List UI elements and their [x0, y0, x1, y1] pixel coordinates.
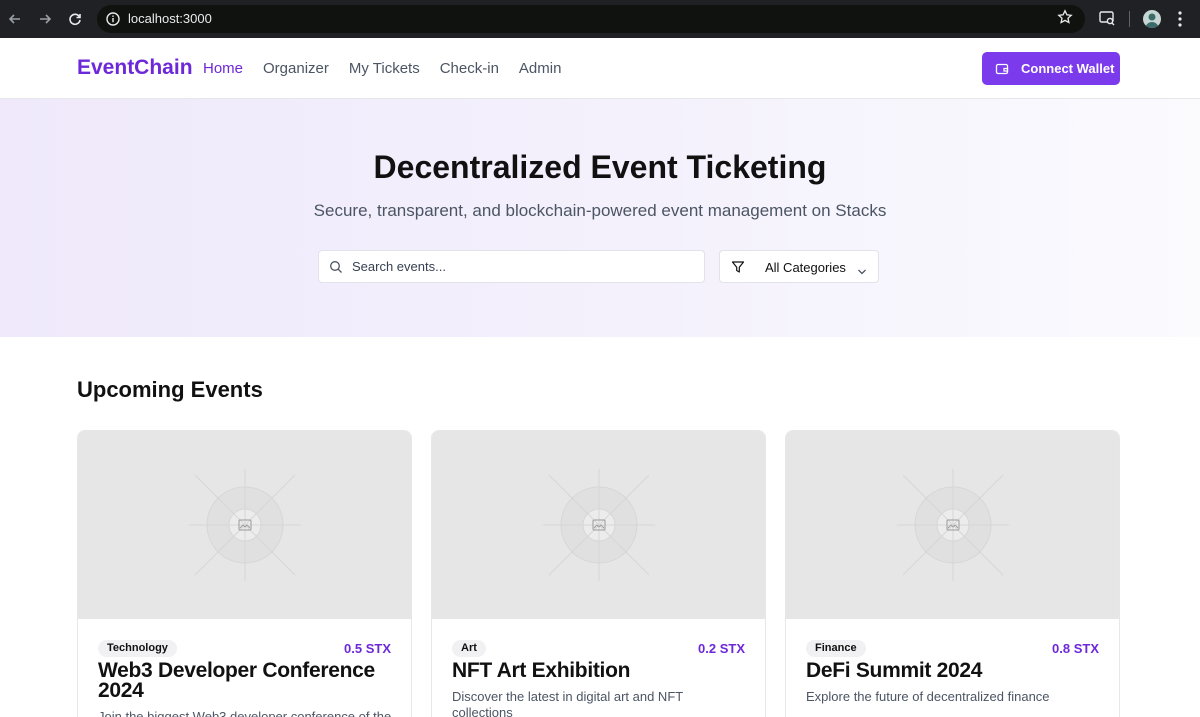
- filter-icon: [731, 260, 745, 274]
- category-badge: Technology: [98, 640, 177, 657]
- brand-logo[interactable]: EventChain: [77, 56, 193, 80]
- category-badge: Art: [452, 640, 486, 657]
- main-nav: Home Organizer My Tickets Check-in Admin: [203, 60, 581, 77]
- section-title: Upcoming Events: [77, 377, 263, 402]
- connect-wallet-label: Connect Wallet: [1021, 61, 1115, 76]
- event-description: Join the biggest Web3 developer conferen…: [98, 709, 392, 717]
- category-badge: Finance: [806, 640, 866, 657]
- hero-subtitle: Secure, transparent, and blockchain-powe…: [313, 201, 887, 220]
- category-select-value: All Categories: [765, 260, 846, 275]
- event-image-placeholder: [432, 431, 765, 619]
- nav-home[interactable]: Home: [203, 60, 243, 77]
- browser-toolbar: localhost:3000: [0, 0, 1200, 38]
- hero-section: Decentralized Event Ticketing Secure, tr…: [0, 99, 1200, 337]
- event-image-placeholder: [78, 431, 411, 619]
- search-box[interactable]: [318, 250, 705, 283]
- event-description: Explore the future of decentralized fina…: [806, 689, 1050, 704]
- nav-check-in[interactable]: Check-in: [440, 60, 499, 77]
- reload-icon[interactable]: [65, 9, 85, 29]
- toolbar-divider: [1129, 11, 1130, 27]
- wallet-icon: [995, 63, 1009, 74]
- back-icon[interactable]: [5, 9, 25, 29]
- event-price: 0.2 STX: [698, 641, 745, 656]
- search-icon: [329, 260, 343, 274]
- event-card[interactable]: Technology 0.5 STX Web3 Developer Confer…: [77, 430, 412, 717]
- image-placeholder-icon: [543, 469, 655, 581]
- nav-organizer[interactable]: Organizer: [263, 60, 329, 77]
- profile-avatar[interactable]: [1143, 10, 1161, 28]
- info-icon[interactable]: [105, 11, 121, 27]
- event-image-placeholder: [786, 431, 1119, 619]
- nav-my-tickets[interactable]: My Tickets: [349, 60, 420, 77]
- extension-icon[interactable]: [1098, 9, 1116, 27]
- address-bar[interactable]: localhost:3000: [97, 5, 1085, 33]
- event-title: NFT Art Exhibition: [452, 659, 631, 682]
- star-icon[interactable]: [1057, 9, 1073, 25]
- image-placeholder-icon: [897, 469, 1009, 581]
- event-price: 0.8 STX: [1052, 641, 1099, 656]
- event-card[interactable]: Finance 0.8 STX DeFi Summit 2024 Explore…: [785, 430, 1120, 717]
- more-icon[interactable]: [1174, 9, 1186, 29]
- event-description: Discover the latest in digital art and N…: [452, 689, 683, 717]
- search-input[interactable]: [352, 251, 692, 282]
- image-placeholder-icon: [189, 469, 301, 581]
- event-title: Web3 Developer Conference 2024: [98, 659, 375, 702]
- chevron-down-icon: [857, 263, 867, 275]
- app-header: EventChain Home Organizer My Tickets Che…: [0, 38, 1200, 99]
- category-select[interactable]: All Categories: [719, 250, 879, 283]
- connect-wallet-button[interactable]: Connect Wallet: [982, 52, 1120, 85]
- url-text: localhost:3000: [128, 11, 212, 26]
- forward-icon[interactable]: [35, 9, 55, 29]
- event-title: DeFi Summit 2024: [806, 659, 983, 682]
- event-card[interactable]: Art 0.2 STX NFT Art Exhibition Discover …: [431, 430, 766, 717]
- event-price: 0.5 STX: [344, 641, 391, 656]
- nav-admin[interactable]: Admin: [519, 60, 562, 77]
- hero-title: Decentralized Event Ticketing: [373, 149, 827, 185]
